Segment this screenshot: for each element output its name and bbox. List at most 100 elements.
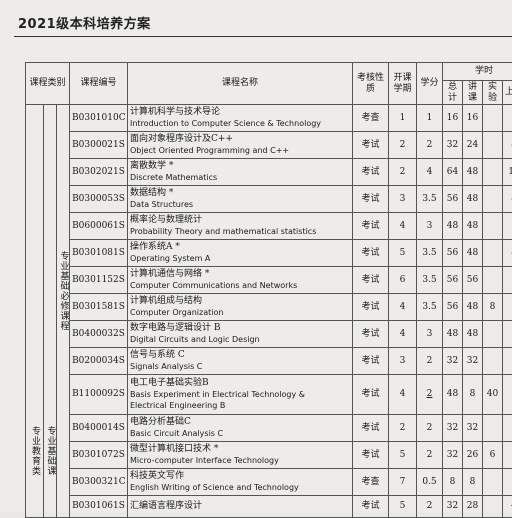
experiment-hours-cell: 8 xyxy=(483,294,503,321)
credits-cell: 3 xyxy=(417,213,443,240)
course-name: 概率论与数理统计Probability Theory and mathemati… xyxy=(128,213,353,240)
table-row: 专业教育类专业基础课专业基础必修课程B0301010C计算机科学与技术导论Int… xyxy=(26,105,512,132)
header-experiment: 实验 xyxy=(483,81,503,105)
course-code: B0600061S xyxy=(70,213,128,240)
assessment-cell: 考试 xyxy=(353,321,389,348)
semester-cell: 4 xyxy=(389,294,417,321)
semester-cell: 3 xyxy=(389,186,417,213)
course-name-zh: 计算机组成与结构 xyxy=(130,296,350,307)
semester-cell: 5 xyxy=(389,240,417,267)
course-name-en: Digital Circuits and Logic Design xyxy=(130,334,350,345)
table-row: B0301581S计算机组成与结构Computer Organization考试… xyxy=(26,294,512,321)
experiment-hours-cell: 6 xyxy=(483,442,503,469)
machine-hours-cell xyxy=(503,267,512,294)
semester-cell: 2 xyxy=(389,159,417,186)
semester-cell: 2 xyxy=(389,132,417,159)
experiment-hours-cell xyxy=(483,240,503,267)
course-code: B0300021S xyxy=(70,132,128,159)
course-name: 面向对象程序设计及C++Object Oriented Programming … xyxy=(128,132,353,159)
semester-cell: 7 xyxy=(389,469,417,496)
header-machine: 上机 xyxy=(503,81,512,105)
machine-hours-cell xyxy=(503,415,512,442)
course-name-zh: 面向对象程序设计及C++ xyxy=(130,134,350,145)
credits-cell: 2 xyxy=(417,375,443,415)
course-code: B0301010C xyxy=(70,105,128,132)
course-name-zh: 微型计算机接口技术 * xyxy=(130,444,350,455)
course-name-en: Computer Organization xyxy=(130,307,350,318)
lecture-hours-cell: 48 xyxy=(463,186,483,213)
experiment-hours-cell xyxy=(483,132,503,159)
course-name-en: Basic Circuit Analysis C xyxy=(130,428,350,439)
course-name: 数字电路与逻辑设计 BDigital Circuits and Logic De… xyxy=(128,321,353,348)
assessment-cell: 考试 xyxy=(353,186,389,213)
experiment-hours-cell: 40 xyxy=(483,375,503,415)
machine-hours-cell: 16 xyxy=(503,159,512,186)
table-row: B0300321C科技英文写作English Writing of Scienc… xyxy=(26,469,512,496)
header-credits: 学分 xyxy=(417,63,443,105)
machine-hours-cell: 8 xyxy=(503,240,512,267)
category-inner-label: 专业基础必修课程 xyxy=(59,251,69,331)
assessment-cell: 考查 xyxy=(353,105,389,132)
machine-hours-cell xyxy=(503,294,512,321)
table-row: B0400014S电路分析基础CBasic Circuit Analysis C… xyxy=(26,415,512,442)
course-name-zh: 离散数学 * xyxy=(130,161,350,172)
credits-cell: 3.5 xyxy=(417,186,443,213)
assessment-cell: 考试 xyxy=(353,240,389,267)
total-hours-cell: 56 xyxy=(443,186,463,213)
experiment-hours-cell xyxy=(483,415,503,442)
course-name: 数据结构 *Data Structures xyxy=(128,186,353,213)
running-head: 2021级本科培养方案 xyxy=(18,13,151,32)
course-name-en: Basis Experiment in Electrical Technolog… xyxy=(130,389,350,400)
experiment-hours-cell xyxy=(483,348,503,375)
semester-cell: 6 xyxy=(389,267,417,294)
course-code: B0301061S xyxy=(70,496,128,518)
assessment-cell: 考试 xyxy=(353,415,389,442)
lecture-hours-cell: 48 xyxy=(463,321,483,348)
table-row: B0301081S操作系统A *Operating System A考试53.5… xyxy=(26,240,512,267)
course-name: 操作系统A *Operating System A xyxy=(128,240,353,267)
total-hours-cell: 56 xyxy=(443,267,463,294)
course-name: 微型计算机接口技术 * Micro-computer Interface Tec… xyxy=(128,442,353,469)
course-code: B0300053S xyxy=(70,186,128,213)
credits-cell: 3.5 xyxy=(417,240,443,267)
credits-cell: 2 xyxy=(417,442,443,469)
course-name-en: Micro-computer Interface Technology xyxy=(130,455,350,466)
semester-cell: 3 xyxy=(389,348,417,375)
machine-hours-cell: 4 xyxy=(503,496,512,518)
assessment-cell: 考试 xyxy=(353,294,389,321)
machine-hours-cell xyxy=(503,213,512,240)
experiment-hours-cell xyxy=(483,186,503,213)
total-hours-cell: 32 xyxy=(443,415,463,442)
curriculum-table: 课程类别 课程编号 课程名称 考核性质 开课学期 学分 学时 总计 讲课 实验 … xyxy=(25,62,512,518)
assessment-cell: 考试 xyxy=(353,267,389,294)
credits-cell: 1 xyxy=(417,105,443,132)
header-category: 课程类别 xyxy=(26,63,70,105)
machine-hours-cell xyxy=(503,442,512,469)
category-inner: 专业基础必修课程 xyxy=(57,105,70,518)
course-name-zh: 概率论与数理统计 xyxy=(130,215,350,226)
course-name: 计算机组成与结构Computer Organization xyxy=(128,294,353,321)
course-code: B0301581S xyxy=(70,294,128,321)
course-name: 电工电子基础实验BBasis Experiment in Electrical … xyxy=(128,375,353,415)
credits-cell: 0.5 xyxy=(417,469,443,496)
experiment-hours-cell xyxy=(483,469,503,496)
course-code: B0300321C xyxy=(70,469,128,496)
semester-cell: 1 xyxy=(389,105,417,132)
course-name-en: Probability Theory and mathematical stat… xyxy=(130,226,350,237)
credits-cell: 3 xyxy=(417,321,443,348)
table-row: B0200034S信号与系统 CSignals Analysis C考试3232… xyxy=(26,348,512,375)
table-row: B0301061S汇编语言程序设计考试5232284 xyxy=(26,496,512,518)
assessment-cell: 考试 xyxy=(353,442,389,469)
total-hours-cell: 32 xyxy=(443,442,463,469)
course-code: B0301081S xyxy=(70,240,128,267)
course-name: 科技英文写作English Writing of Science and Tec… xyxy=(128,469,353,496)
course-name-zh: 数字电路与逻辑设计 B xyxy=(130,323,350,334)
header-lecture: 讲课 xyxy=(463,81,483,105)
credits-cell: 3.5 xyxy=(417,294,443,321)
course-name-en: Computer Communications and Networks xyxy=(130,280,350,291)
course-name-en: Data Structures xyxy=(130,199,350,210)
lecture-hours-cell: 56 xyxy=(463,267,483,294)
lecture-hours-cell: 32 xyxy=(463,415,483,442)
experiment-hours-cell xyxy=(483,496,503,518)
assessment-cell: 考查 xyxy=(353,469,389,496)
